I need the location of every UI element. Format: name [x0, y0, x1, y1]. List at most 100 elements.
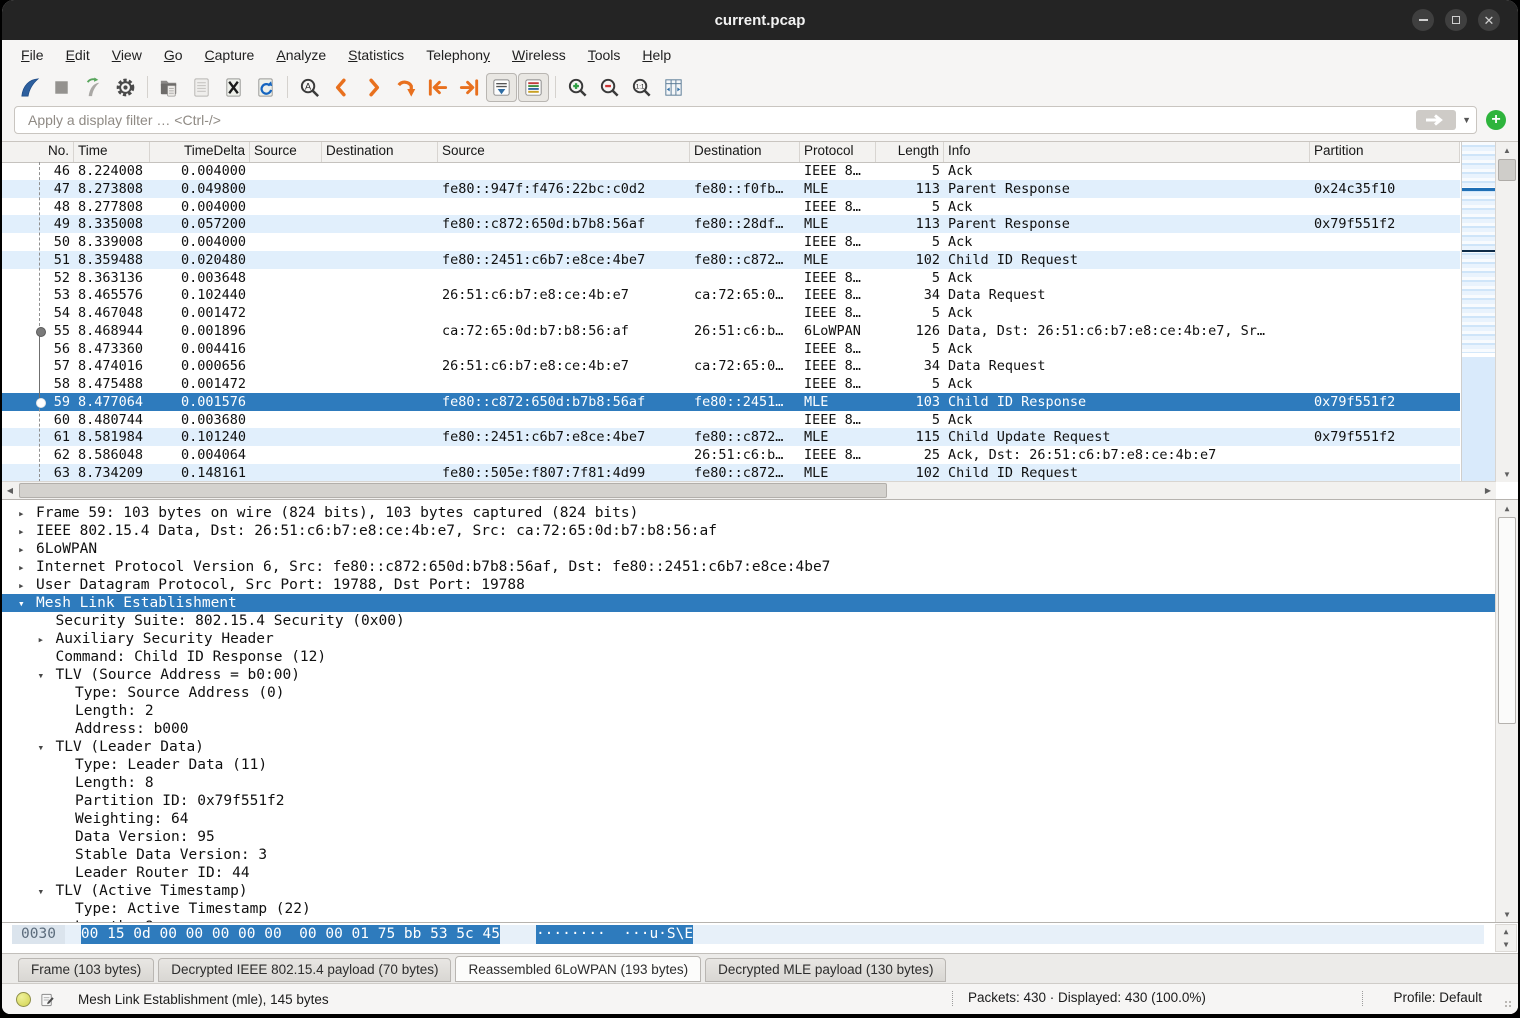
details-scroll-thumb[interactable] [1498, 517, 1516, 724]
menu-view[interactable]: View [101, 43, 153, 67]
packet-row[interactable]: 578.4740160.00065626:51:c6:b7:e8:ce:4b:e… [2, 357, 1460, 375]
column-header-timedelta[interactable]: TimeDelta [150, 142, 250, 162]
scroll-left-icon[interactable]: ◀ [2, 482, 18, 499]
tab-frame-103-bytes[interactable]: Frame (103 bytes) [18, 958, 154, 982]
save-capture-button[interactable] [186, 73, 217, 102]
menu-help[interactable]: Help [631, 43, 682, 67]
detail-line[interactable]: ▸6LoWPAN [2, 540, 1518, 558]
hex-ascii-selected[interactable]: ········ ···u·S\E [536, 925, 693, 944]
detail-line[interactable]: ▾Mesh Link Establishment [2, 594, 1518, 612]
hex-bytes-selected[interactable]: 00 15 0d 00 00 00 00 00 00 00 01 75 bb 5… [81, 925, 500, 944]
menu-wireless[interactable]: Wireless [501, 43, 577, 67]
detail-line[interactable]: Stable Data Version: 3 [2, 846, 1518, 864]
go-first-packet-button[interactable] [422, 73, 453, 102]
collapsed-arrow-icon[interactable]: ▸ [18, 505, 36, 522]
detail-line[interactable]: ▸Auxiliary Security Header [2, 630, 1518, 648]
column-header-destination[interactable]: Destination [690, 142, 800, 162]
zoom-original-button[interactable]: 1:1 [626, 73, 657, 102]
tab-decrypted-mle-payload-130-bytes[interactable]: Decrypted MLE payload (130 bytes) [705, 958, 946, 982]
detail-line[interactable]: Weighting: 64 [2, 810, 1518, 828]
expanded-arrow-icon[interactable]: ▾ [38, 667, 56, 684]
details-vscrollbar[interactable]: ▲ ▼ [1495, 500, 1518, 922]
capture-options-button[interactable] [110, 73, 141, 102]
column-header-partition[interactable]: Partition [1310, 142, 1460, 162]
detail-line[interactable]: Length: 8 [2, 774, 1518, 792]
intelligent-scrollbar-minimap[interactable] [1461, 142, 1496, 482]
detail-line[interactable]: Type: Active Timestamp (22) [2, 900, 1518, 918]
column-header-length[interactable]: Length [876, 142, 944, 162]
reload-capture-button[interactable] [250, 73, 281, 102]
colorize-packets-button[interactable] [518, 73, 549, 102]
collapsed-arrow-icon[interactable]: ▸ [18, 523, 36, 540]
expanded-arrow-icon[interactable]: ▾ [38, 739, 56, 756]
maximize-button[interactable] [1445, 9, 1467, 31]
scroll-up-icon[interactable]: ▲ [1496, 500, 1518, 516]
zoom-out-button[interactable] [594, 73, 625, 102]
packet-row[interactable]: 498.3350080.057200fe80::c872:650d:b7b8:5… [2, 215, 1460, 233]
resize-columns-button[interactable] [658, 73, 689, 102]
packet-row[interactable]: 478.2738080.049800fe80::947f:f476:22bc:c… [2, 180, 1460, 198]
packet-row[interactable]: 548.4670480.001472IEEE 8…5Ack [2, 304, 1460, 322]
menu-tools[interactable]: Tools [577, 43, 632, 67]
display-filter-input-box[interactable]: ▼ [14, 106, 1477, 134]
scroll-down-icon[interactable]: ▼ [1496, 906, 1518, 922]
detail-line[interactable]: Type: Leader Data (11) [2, 756, 1518, 774]
detail-line[interactable]: Data Version: 95 [2, 828, 1518, 846]
packet-row[interactable]: 598.4770640.001576fe80::c872:650d:b7b8:5… [2, 393, 1460, 411]
zoom-in-button[interactable] [562, 73, 593, 102]
detail-line[interactable]: ▸Frame 59: 103 bytes on wire (824 bits),… [2, 504, 1518, 522]
packet-row[interactable]: 558.4689440.001896ca:72:65:0d:b7:b8:56:a… [2, 322, 1460, 340]
close-capture-button[interactable] [218, 73, 249, 102]
detail-line[interactable]: ▸Internet Protocol Version 6, Src: fe80:… [2, 558, 1518, 576]
hex-vscrollbar[interactable]: ▲ ▼ [1495, 924, 1517, 952]
scroll-down-icon[interactable]: ▼ [1496, 938, 1516, 951]
packet-row[interactable]: 588.4754880.001472IEEE 8…5Ack [2, 375, 1460, 393]
scroll-right-icon[interactable]: ▶ [1480, 482, 1496, 499]
vscroll-thumb[interactable] [1498, 159, 1516, 181]
menu-telephony[interactable]: Telephony [415, 43, 501, 67]
detail-line[interactable]: ▸User Datagram Protocol, Src Port: 19788… [2, 576, 1518, 594]
find-packet-button[interactable]: A [294, 73, 325, 102]
column-header-info[interactable]: Info [944, 142, 1310, 162]
packet-row[interactable]: 538.4655760.10244026:51:c6:b7:e8:ce:4b:e… [2, 286, 1460, 304]
detail-line[interactable]: Security Suite: 802.15.4 Security (0x00) [2, 612, 1518, 630]
column-header-source[interactable]: Source [250, 142, 322, 162]
expanded-arrow-icon[interactable]: ▾ [38, 883, 56, 900]
column-header-destination[interactable]: Destination [322, 142, 438, 162]
hscroll-thumb[interactable] [19, 483, 887, 498]
tab-decrypted-ieee-802-15-4-payload-70-bytes[interactable]: Decrypted IEEE 802.15.4 payload (70 byte… [158, 958, 451, 982]
auto-scroll-button[interactable] [486, 73, 517, 102]
start-capture-button[interactable] [14, 73, 45, 102]
packet-list-hscrollbar[interactable]: ◀ ▶ [2, 481, 1496, 499]
packet-list-vscrollbar[interactable]: ▲ ▼ [1495, 142, 1518, 482]
detail-line[interactable]: Address: b000 [2, 720, 1518, 738]
close-button[interactable]: ✕ [1478, 9, 1500, 31]
add-filter-button[interactable]: + [1486, 110, 1506, 130]
menu-analyze[interactable]: Analyze [265, 43, 337, 67]
open-capture-button[interactable] [154, 73, 185, 102]
packet-row[interactable]: 468.2240080.004000IEEE 8…5Ack [2, 162, 1460, 180]
filter-dropdown-caret[interactable]: ▼ [1462, 115, 1471, 125]
collapsed-arrow-icon[interactable]: ▸ [18, 577, 36, 594]
menu-go[interactable]: Go [153, 43, 194, 67]
packet-row[interactable]: 628.5860480.00406426:51:c6:b…IEEE 8…25Ac… [2, 446, 1460, 464]
collapsed-arrow-icon[interactable]: ▸ [38, 631, 56, 648]
detail-line[interactable]: Partition ID: 0x79f551f2 [2, 792, 1518, 810]
packet-row[interactable]: 508.3390080.004000IEEE 8…5Ack [2, 233, 1460, 251]
packet-row[interactable]: 638.7342090.148161fe80::505e:f807:7f81:4… [2, 464, 1460, 482]
expanded-arrow-icon[interactable]: ▾ [18, 595, 36, 612]
packet-row[interactable]: 568.4733600.004416IEEE 8…5Ack [2, 340, 1460, 358]
detail-line[interactable]: Length: 2 [2, 702, 1518, 720]
column-header-no[interactable]: No. [2, 142, 74, 162]
hex-row[interactable]: 0030 00 15 0d 00 00 00 00 00 00 00 01 75… [12, 925, 1484, 944]
menu-edit[interactable]: Edit [55, 43, 101, 67]
column-header-protocol[interactable]: Protocol [800, 142, 876, 162]
detail-line[interactable]: Type: Source Address (0) [2, 684, 1518, 702]
go-forward-button[interactable] [358, 73, 389, 102]
expert-info-icon[interactable] [16, 992, 31, 1007]
display-filter-input[interactable] [21, 111, 1416, 129]
collapsed-arrow-icon[interactable]: ▸ [18, 541, 36, 558]
minimize-button[interactable] [1412, 9, 1434, 31]
resize-grip[interactable] [1504, 1000, 1513, 1009]
apply-filter-button[interactable] [1416, 110, 1456, 130]
